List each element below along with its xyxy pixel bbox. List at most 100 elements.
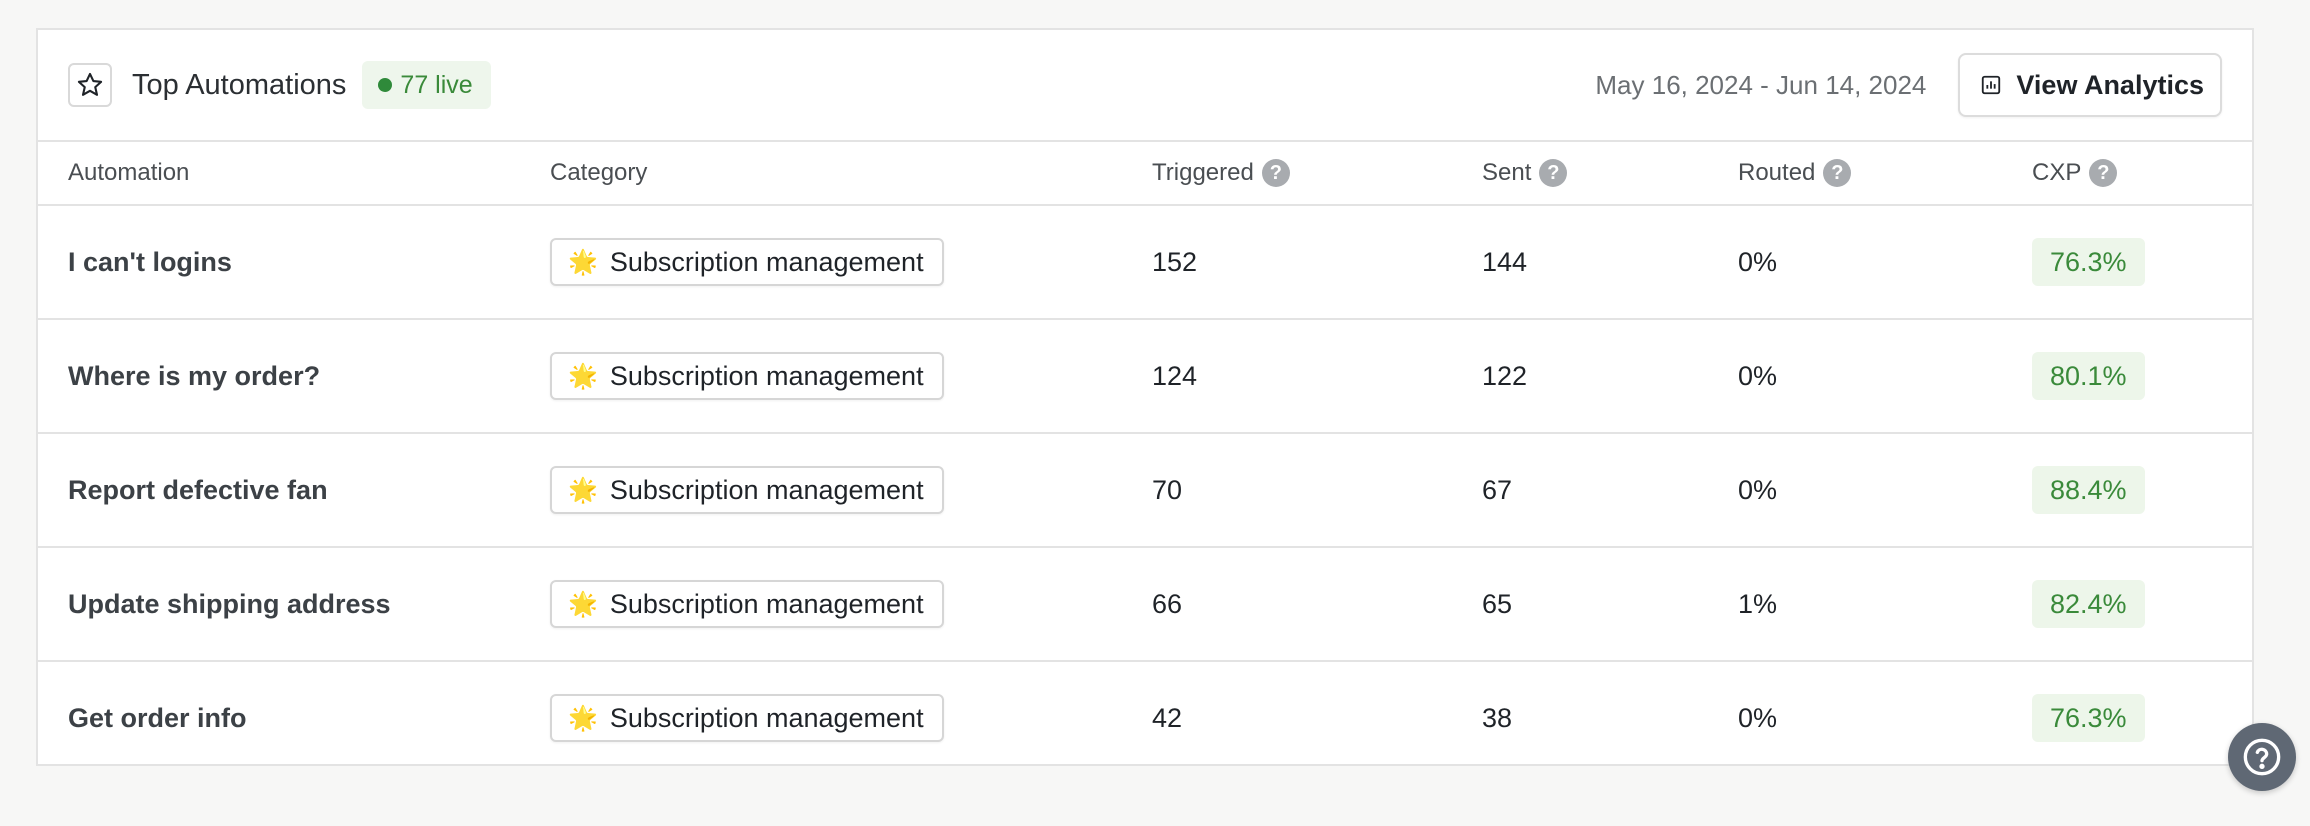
bar-chart-icon [1980, 74, 2002, 96]
routed-cell: 0% [1738, 361, 1777, 392]
cxp-badge: 88.4% [2032, 466, 2145, 514]
help-button[interactable] [2228, 723, 2296, 791]
category-cell: 🌟 Subscription management [550, 580, 944, 628]
view-analytics-label: View Analytics [2016, 69, 2204, 100]
col-sent-label: Sent [1482, 159, 1532, 186]
category-label: Subscription management [609, 474, 924, 505]
table-row[interactable]: Where is my order? 🌟 Subscription manage… [38, 320, 2252, 434]
live-count-label: 77 live [400, 70, 473, 99]
col-routed-label: Routed [1738, 159, 1816, 186]
help-icon[interactable]: ? [1539, 159, 1568, 187]
sent-value: 144 [1482, 246, 1528, 277]
table-row[interactable]: Report defective fan 🌟 Subscription mana… [38, 434, 2252, 548]
help-icon[interactable]: ? [1823, 159, 1852, 187]
star-emoji-icon: 🌟 [568, 476, 598, 504]
triggered-value: 70 [1152, 474, 1183, 505]
col-automation-label: Automation [68, 159, 190, 186]
triggered-value: 124 [1152, 360, 1198, 391]
category-label: Subscription management [609, 246, 924, 277]
cxp-cell: 76.3% [2032, 694, 2145, 742]
cxp-badge: 76.3% [2032, 238, 2145, 286]
routed-value: 0% [1738, 246, 1778, 277]
star-icon [68, 63, 112, 107]
star-emoji-icon: 🌟 [568, 704, 598, 732]
table-row[interactable]: Update shipping address 🌟 Subscription m… [38, 548, 2252, 662]
automation-name[interactable]: Report defective fan [68, 475, 328, 506]
card-header: Top Automations 77 live May 16, 2024 - J… [38, 30, 2252, 142]
routed-value: 0% [1738, 702, 1778, 733]
category-pill[interactable]: 🌟 Subscription management [550, 580, 944, 628]
category-pill[interactable]: 🌟 Subscription management [550, 352, 944, 400]
category-cell: 🌟 Subscription management [550, 352, 944, 400]
col-triggered[interactable]: Triggered ? [1152, 159, 1290, 187]
live-count-badge: 77 live [362, 61, 491, 109]
category-cell: 🌟 Subscription management [550, 694, 944, 742]
automation-cell: Where is my order? [68, 361, 320, 392]
table-header: Automation Category Triggered ? Sent ? R… [38, 142, 2252, 206]
automation-cell: I can't logins [68, 247, 232, 278]
star-emoji-icon: 🌟 [568, 248, 598, 276]
sent-cell: 144 [1482, 247, 1527, 278]
automation-name[interactable]: Get order info [68, 703, 247, 734]
routed-value: 0% [1738, 474, 1778, 505]
cxp-cell: 82.4% [2032, 580, 2145, 628]
sent-value: 122 [1482, 360, 1528, 391]
col-category[interactable]: Category [550, 159, 647, 187]
automation-name[interactable]: Where is my order? [68, 361, 320, 392]
sent-value: 65 [1482, 588, 1513, 619]
question-mark-icon [2243, 738, 2281, 776]
routed-value: 1% [1738, 588, 1778, 619]
routed-value: 0% [1738, 360, 1778, 391]
triggered-cell: 42 [1152, 703, 1182, 734]
col-triggered-label: Triggered [1152, 159, 1254, 186]
date-range: May 16, 2024 - Jun 14, 2024 [1595, 69, 1927, 100]
cxp-cell: 76.3% [2032, 238, 2145, 286]
table-row[interactable]: Get order info 🌟 Subscription management… [38, 662, 2252, 774]
sent-value: 38 [1482, 702, 1513, 733]
star-emoji-icon: 🌟 [568, 590, 598, 618]
sent-cell: 67 [1482, 475, 1512, 506]
view-analytics-button[interactable]: View Analytics [1958, 53, 2222, 117]
col-cxp[interactable]: CXP ? [2032, 159, 2118, 187]
routed-cell: 0% [1738, 475, 1777, 506]
col-sent[interactable]: Sent ? [1482, 159, 1568, 187]
cxp-badge: 80.1% [2032, 352, 2145, 400]
help-icon[interactable]: ? [1261, 159, 1290, 187]
sent-value: 67 [1482, 474, 1513, 505]
routed-cell: 0% [1738, 247, 1777, 278]
col-cxp-label: CXP [2032, 159, 2082, 186]
automation-cell: Get order info [68, 703, 247, 734]
triggered-cell: 66 [1152, 589, 1182, 620]
col-automation[interactable]: Automation [68, 159, 189, 187]
category-label: Subscription management [609, 588, 924, 619]
category-pill[interactable]: 🌟 Subscription management [550, 466, 944, 514]
automation-cell: Report defective fan [68, 475, 328, 506]
triggered-value: 66 [1152, 588, 1183, 619]
triggered-value: 42 [1152, 702, 1183, 733]
routed-cell: 1% [1738, 589, 1777, 620]
live-dot-icon [378, 78, 393, 92]
automation-cell: Update shipping address [68, 589, 391, 620]
triggered-cell: 152 [1152, 247, 1197, 278]
category-cell: 🌟 Subscription management [550, 466, 944, 514]
table-row[interactable]: I can't logins 🌟 Subscription management… [38, 206, 2252, 320]
sent-cell: 65 [1482, 589, 1512, 620]
col-routed[interactable]: Routed ? [1738, 159, 1852, 187]
sent-cell: 122 [1482, 361, 1527, 392]
triggered-cell: 124 [1152, 361, 1197, 392]
category-pill[interactable]: 🌟 Subscription management [550, 694, 944, 742]
automation-name[interactable]: I can't logins [68, 247, 232, 278]
cxp-badge: 82.4% [2032, 580, 2145, 628]
card-title: Top Automations [132, 68, 347, 101]
col-category-label: Category [550, 159, 648, 186]
cxp-cell: 80.1% [2032, 352, 2145, 400]
table-body: I can't logins 🌟 Subscription management… [38, 206, 2252, 774]
category-label: Subscription management [609, 360, 924, 391]
automation-name[interactable]: Update shipping address [68, 589, 391, 620]
routed-cell: 0% [1738, 703, 1777, 734]
triggered-cell: 70 [1152, 475, 1182, 506]
category-pill[interactable]: 🌟 Subscription management [550, 238, 944, 286]
help-icon[interactable]: ? [2089, 159, 2118, 187]
top-automations-card: Top Automations 77 live May 16, 2024 - J… [36, 28, 2254, 766]
star-emoji-icon: 🌟 [568, 362, 598, 390]
